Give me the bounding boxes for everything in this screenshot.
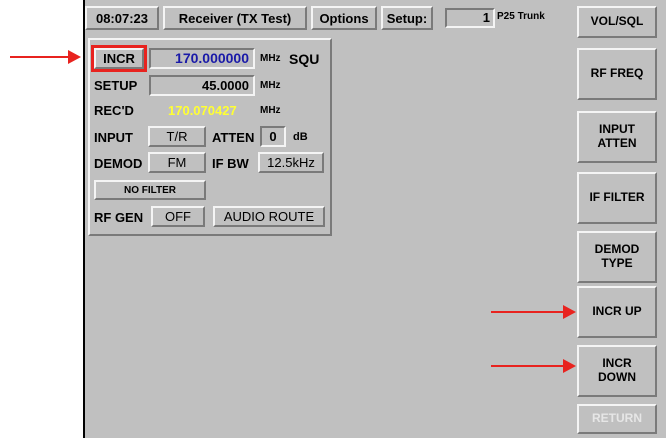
demod-type-softkey[interactable]: DEMOD TYPE <box>577 231 657 283</box>
demod-type-label-1: DEMOD <box>594 242 640 257</box>
incr-up-label: INCR UP <box>592 304 642 319</box>
annotation-arrow-incr-down <box>491 365 565 367</box>
incr-down-softkey[interactable]: INCR DOWN <box>577 345 657 397</box>
input-atten-label-2: ATTEN <box>597 136 637 150</box>
input-value: T/R <box>166 129 188 144</box>
demod-label: DEMOD <box>94 156 143 171</box>
atten-label: ATTEN <box>212 130 255 145</box>
annotation-arrow-incr-up <box>491 311 565 313</box>
annotation-arrowhead-incr-up <box>563 305 576 319</box>
ifbw-label: IF BW <box>212 156 249 171</box>
incr-value: 170.000000 <box>175 50 249 66</box>
if-filter-softkey[interactable]: IF FILTER <box>577 172 657 224</box>
incr-label: INCR <box>103 51 135 66</box>
rf-freq-label: RF FREQ <box>590 66 644 81</box>
vol-sql-label: VOL/SQL <box>590 14 644 29</box>
clock-display: 08:07:23 <box>85 6 159 30</box>
vol-sql-softkey[interactable]: VOL/SQL <box>577 6 657 38</box>
squelch-indicator: SQU <box>289 51 320 67</box>
incr-down-label-1: INCR <box>602 356 632 371</box>
incr-value-field[interactable]: 170.000000 <box>149 48 255 69</box>
setup-button[interactable]: Setup: <box>381 6 433 30</box>
annotation-arrowhead-incr <box>68 50 81 64</box>
atten-value: 0 <box>269 129 277 144</box>
demod-select[interactable]: FM <box>148 152 206 173</box>
input-atten-softkey[interactable]: INPUT ATTEN <box>577 111 657 163</box>
setup-value: 45.0000 <box>202 78 249 93</box>
annotation-arrow-incr <box>10 56 70 58</box>
setup-name: P25 Trunk <box>497 11 545 22</box>
incr-button[interactable]: INCR <box>94 48 144 69</box>
mode-title-text: Receiver (TX Test) <box>178 10 292 26</box>
annotation-arrowhead-incr-down <box>563 359 576 373</box>
setup-unit: MHz <box>260 80 281 91</box>
atten-value-field[interactable]: 0 <box>260 126 286 147</box>
rfgen-label: RF GEN <box>94 210 144 225</box>
setup-number: 1 <box>482 10 490 25</box>
recd-value: 170.070427 <box>168 103 237 118</box>
input-select[interactable]: T/R <box>148 126 206 147</box>
instrument-screen: 08:07:23 Receiver (TX Test) Options Setu… <box>83 0 666 438</box>
incr-up-softkey[interactable]: INCR UP <box>577 286 657 338</box>
recd-label: REC'D <box>94 103 134 118</box>
filter-value: NO FILTER <box>123 184 177 196</box>
rfgen-value: OFF <box>165 209 191 224</box>
incr-unit: MHz <box>260 53 281 64</box>
rfgen-toggle[interactable]: OFF <box>151 206 205 227</box>
if-filter-label: IF FILTER <box>589 190 645 205</box>
ifbw-value: 12.5kHz <box>267 155 315 170</box>
mode-title[interactable]: Receiver (TX Test) <box>163 6 307 30</box>
return-label: RETURN <box>592 411 642 426</box>
clock-text: 08:07:23 <box>95 10 149 26</box>
setup-row-label: SETUP <box>94 78 138 93</box>
input-label: INPUT <box>94 130 133 145</box>
filter-select[interactable]: NO FILTER <box>94 180 206 200</box>
rf-freq-softkey[interactable]: RF FREQ <box>577 48 657 100</box>
demod-type-label-2: TYPE <box>601 256 633 270</box>
audio-route-button[interactable]: AUDIO ROUTE <box>213 206 325 227</box>
setup-label: Setup: <box>386 10 428 26</box>
options-label: Options <box>319 10 369 26</box>
demod-value: FM <box>167 155 187 170</box>
atten-unit: dB <box>293 131 308 143</box>
ifbw-select[interactable]: 12.5kHz <box>258 152 324 173</box>
audio-route-label: AUDIO ROUTE <box>223 209 315 224</box>
incr-down-label-2: DOWN <box>598 370 636 384</box>
setup-value-field[interactable]: 45.0000 <box>149 75 255 96</box>
options-button[interactable]: Options <box>311 6 377 30</box>
input-atten-label-1: INPUT <box>599 122 635 137</box>
recd-unit: MHz <box>260 105 281 116</box>
return-softkey[interactable]: RETURN <box>577 404 657 434</box>
setup-number-field[interactable]: 1 <box>445 8 495 28</box>
